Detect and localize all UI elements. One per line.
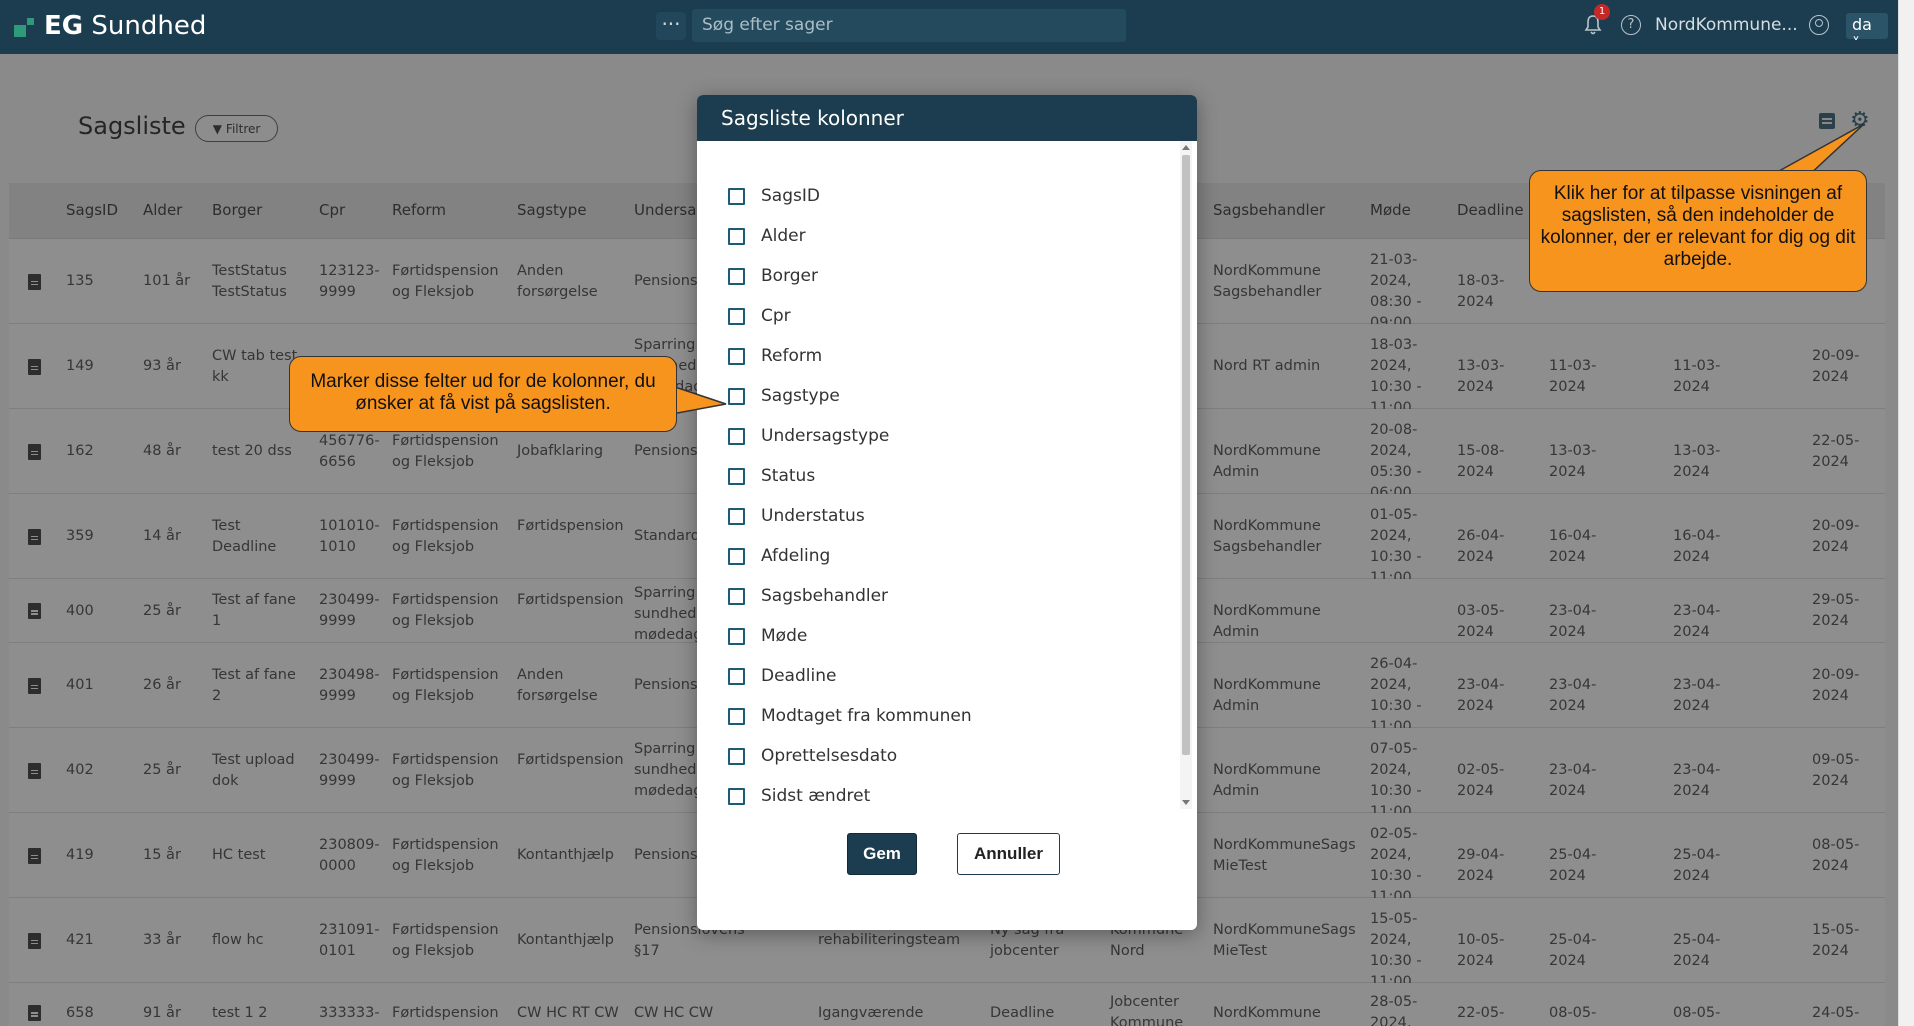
- checkbox[interactable]: [728, 587, 745, 605]
- column-option-label: Møde: [761, 626, 808, 646]
- column-option[interactable]: Borger: [728, 266, 818, 286]
- dialog-footer: Gem Annuller: [697, 809, 1197, 930]
- callout-left: Marker disse felter ud for de kolonner, …: [289, 356, 677, 432]
- scroll-down-icon[interactable]: [1182, 800, 1190, 805]
- column-option-label: Status: [761, 466, 816, 486]
- help-icon[interactable]: ?: [1621, 15, 1641, 35]
- column-option-label: Alder: [761, 226, 806, 246]
- notification-badge: 1: [1594, 4, 1610, 20]
- column-option-label: SagsID: [761, 186, 820, 206]
- column-option-label: Understatus: [761, 506, 865, 526]
- column-option-label: Afdeling: [761, 546, 831, 566]
- columns-dialog: Sagsliste kolonner SagsID Alder Borger Cpr R…: [697, 95, 1197, 930]
- page-scrollbar[interactable]: [1898, 0, 1914, 1026]
- checkbox[interactable]: [728, 667, 745, 685]
- language-select[interactable]: da ˅: [1846, 13, 1888, 53]
- column-option-label: Borger: [761, 266, 818, 286]
- checkbox[interactable]: [728, 427, 745, 445]
- column-option[interactable]: Afdeling: [728, 546, 830, 566]
- checkbox[interactable]: [728, 227, 745, 245]
- column-option-label: Sidst ændret: [761, 786, 871, 806]
- search-input[interactable]: Søg efter sager: [692, 9, 1126, 42]
- logo-text: EG Sundhed: [44, 11, 207, 41]
- logo-mark-icon: [14, 15, 36, 37]
- column-option[interactable]: Deadline: [728, 666, 836, 686]
- column-option-label: Cpr: [761, 306, 791, 326]
- column-option[interactable]: Modtaget fra kommunen: [728, 706, 972, 726]
- column-option-label: Undersagstype: [761, 426, 890, 446]
- column-option[interactable]: Sidst ændret: [728, 786, 870, 806]
- checkbox[interactable]: [728, 787, 745, 805]
- checkbox[interactable]: [728, 307, 745, 325]
- column-option[interactable]: Alder: [728, 226, 806, 246]
- column-option-label: Oprettelsesdato: [761, 746, 898, 766]
- checkbox[interactable]: [728, 347, 745, 365]
- scroll-up-icon[interactable]: [1182, 145, 1190, 150]
- callout-right: Klik her for at tilpasse visningen af sa…: [1529, 170, 1867, 292]
- column-option[interactable]: Oprettelsesdato: [728, 746, 897, 766]
- checkbox[interactable]: [728, 267, 745, 285]
- column-option-label: Deadline: [761, 666, 837, 686]
- checkbox[interactable]: [728, 507, 745, 525]
- checkbox[interactable]: [728, 387, 745, 405]
- column-option[interactable]: Sagstype: [728, 386, 840, 406]
- checkbox[interactable]: [728, 747, 745, 765]
- column-option[interactable]: SagsID: [728, 186, 820, 206]
- cancel-button[interactable]: Annuller: [957, 833, 1060, 875]
- column-option-label: Sagsbehandler: [761, 586, 889, 606]
- kommune-name[interactable]: NordKommune...: [1655, 15, 1798, 35]
- dialog-scrollbar[interactable]: [1180, 141, 1192, 809]
- column-option[interactable]: Undersagstype: [728, 426, 889, 446]
- column-option[interactable]: Understatus: [728, 506, 865, 526]
- top-bar: EG Sundhed ··· Søg efter sager 1 ? NordK…: [0, 0, 1898, 54]
- column-option[interactable]: Sagsbehandler: [728, 586, 888, 606]
- checkbox[interactable]: [728, 547, 745, 565]
- column-option-label: Reform: [761, 346, 823, 366]
- checkbox[interactable]: [728, 467, 745, 485]
- column-option-label: Modtaget fra kommunen: [761, 706, 972, 726]
- column-option[interactable]: Status: [728, 466, 815, 486]
- scroll-thumb[interactable]: [1182, 155, 1190, 755]
- save-button[interactable]: Gem: [847, 833, 917, 875]
- checkbox[interactable]: [728, 627, 745, 645]
- user-icon[interactable]: [1809, 15, 1829, 35]
- column-option-label: Sagstype: [761, 386, 840, 406]
- checkbox[interactable]: [728, 707, 745, 725]
- checkbox[interactable]: [728, 187, 745, 205]
- column-option[interactable]: Reform: [728, 346, 822, 366]
- column-options-list: SagsID Alder Borger Cpr Reform Sagstype Unders…: [697, 141, 1197, 809]
- dialog-title: Sagsliste kolonner: [697, 95, 1197, 141]
- column-option[interactable]: Cpr: [728, 306, 791, 326]
- more-menu-button[interactable]: ···: [656, 12, 686, 40]
- column-option[interactable]: Møde: [728, 626, 807, 646]
- logo[interactable]: EG Sundhed: [14, 11, 206, 41]
